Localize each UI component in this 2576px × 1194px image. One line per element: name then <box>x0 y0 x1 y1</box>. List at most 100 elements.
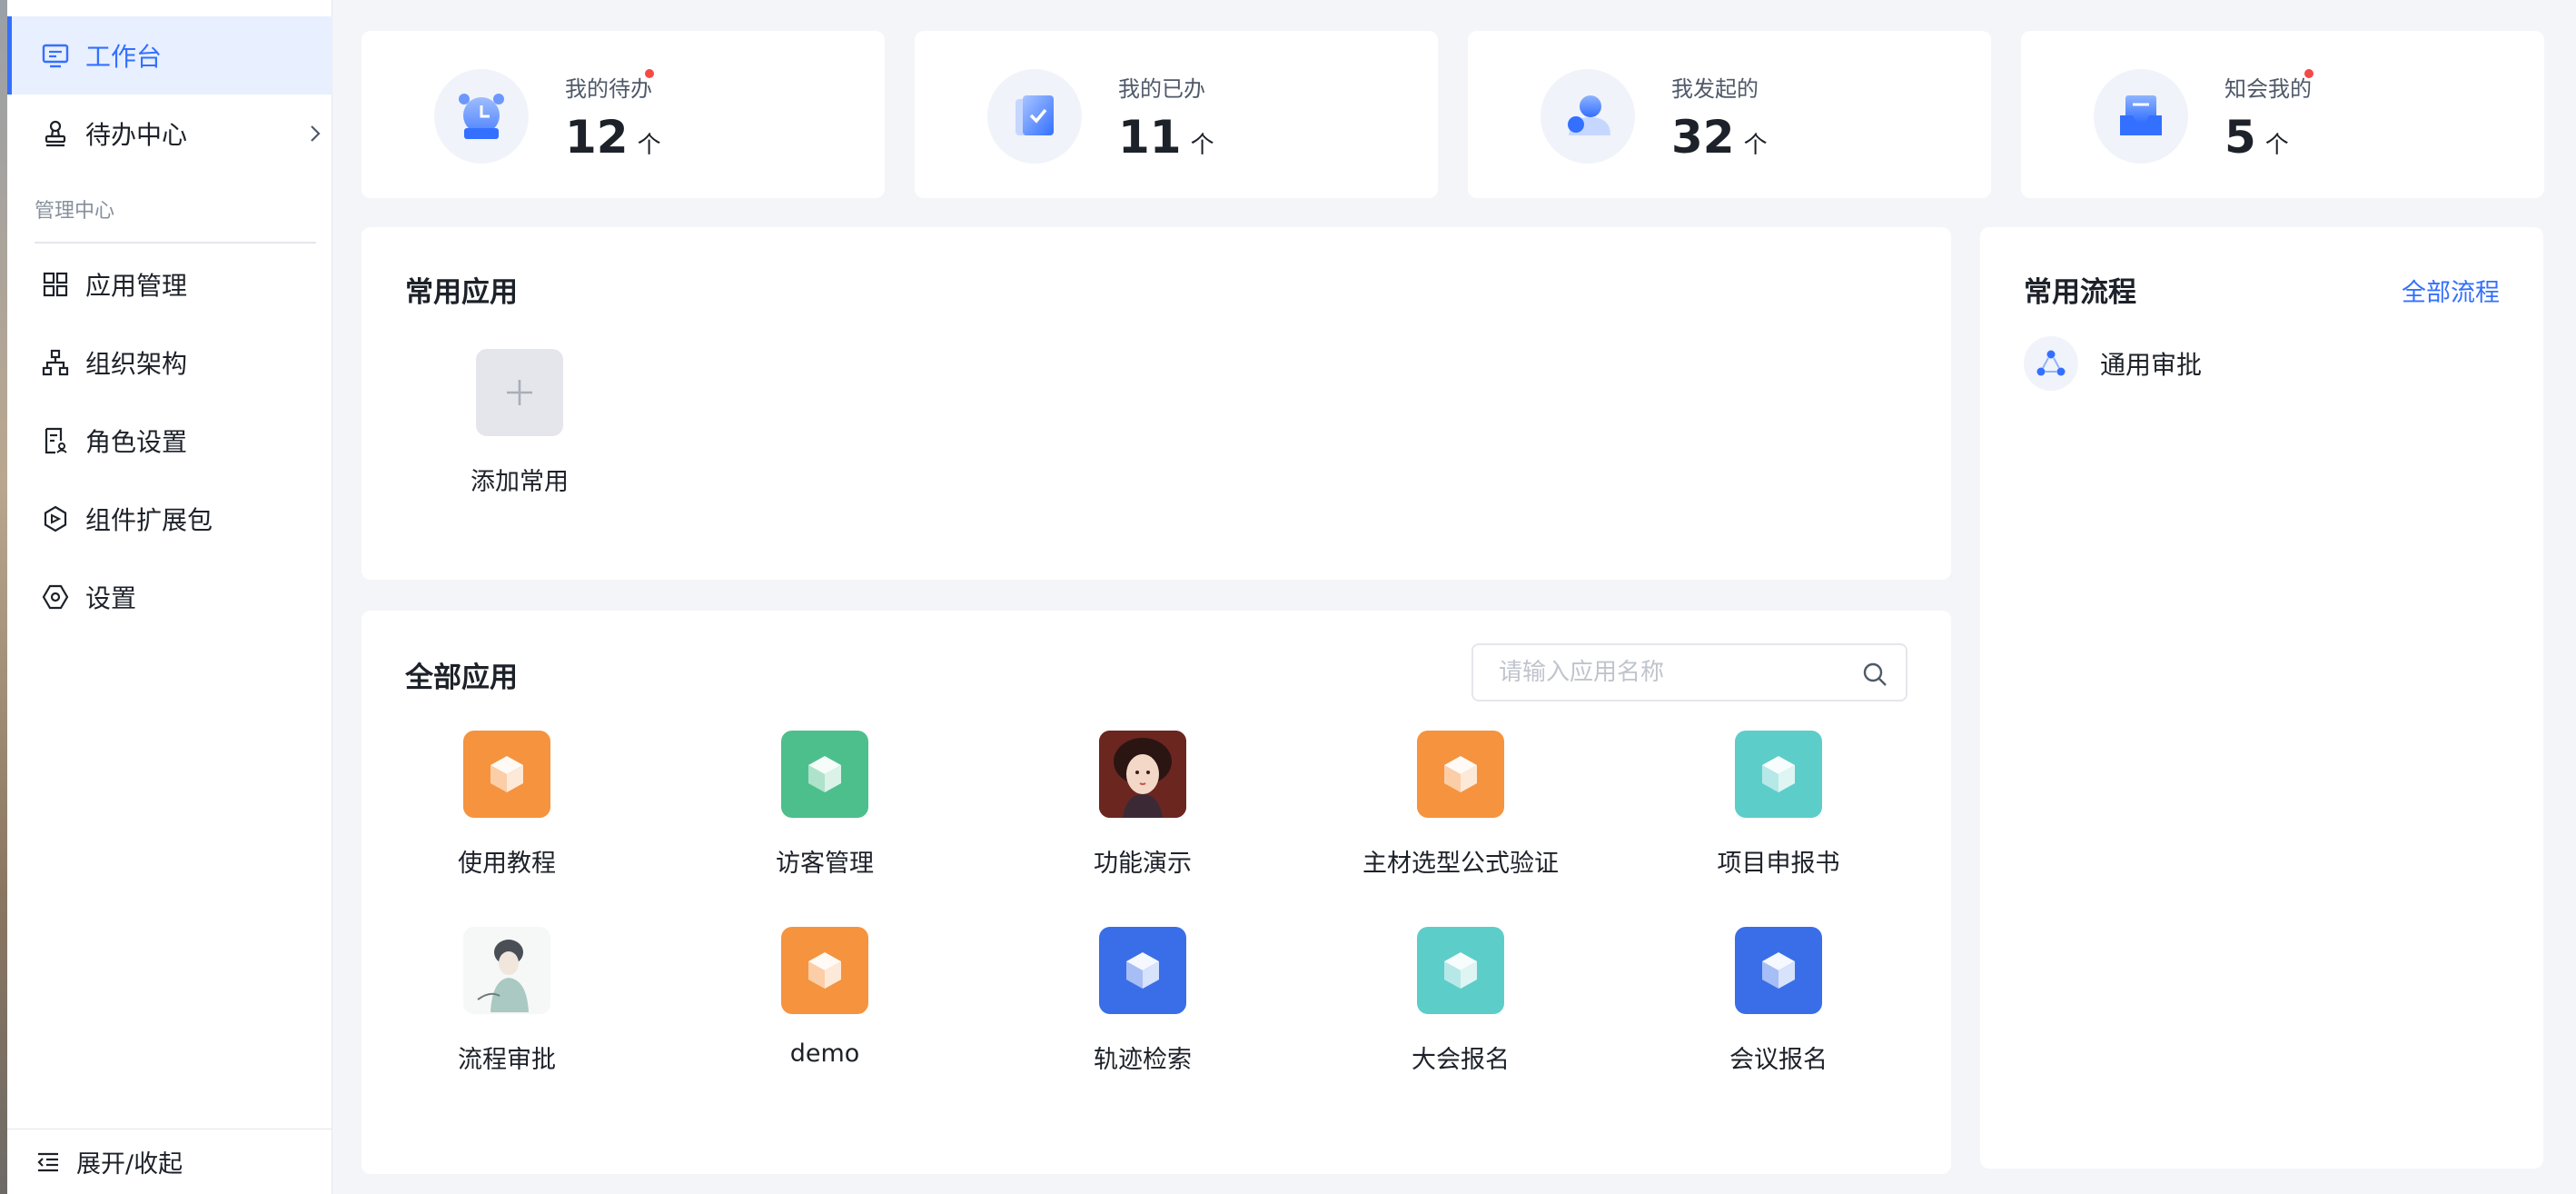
app-cube-icon <box>781 731 868 818</box>
all-apps-panel: 全部应用 使用教程 访客管理 功能演示 主材选型公式验证 项目申报书流程审批 demo 轨迹… <box>362 611 1951 1174</box>
org-chart-icon <box>40 347 71 378</box>
stat-unit: 个 <box>637 132 661 159</box>
sidebar-item-org-structure[interactable]: 组织架构 <box>7 323 332 402</box>
sidebar-item-label: 角色设置 <box>85 427 188 457</box>
app-item[interactable]: 访客管理 <box>679 731 970 912</box>
stamp-icon <box>40 118 71 149</box>
app-label: 轨迹检索 <box>1094 1046 1192 1074</box>
app-item[interactable]: 功能演示 <box>997 731 1288 912</box>
app-label: 流程审批 <box>458 1046 556 1074</box>
app-search[interactable] <box>1471 643 1907 701</box>
search-icon[interactable] <box>1860 660 1889 689</box>
stat-value: 12 个 <box>565 111 661 164</box>
app-cube-icon <box>1735 927 1822 1014</box>
app-label: 功能演示 <box>1094 850 1192 878</box>
sidebar-item-role-settings[interactable]: 角色设置 <box>7 402 332 480</box>
app-cube-icon <box>1417 731 1504 818</box>
stat-number: 32 <box>1671 111 1735 164</box>
plus-icon <box>507 380 532 405</box>
indent-icon <box>33 1147 64 1178</box>
sidebar-item-label: 组件扩展包 <box>85 505 213 535</box>
role-doc-icon <box>40 425 71 456</box>
app-cube-icon <box>1417 927 1504 1014</box>
sidebar-item-settings[interactable]: 设置 <box>7 558 332 636</box>
app-item[interactable]: demo <box>679 927 970 1109</box>
app-label: 主材选型公式验证 <box>1362 850 1559 878</box>
common-apps-title: 常用应用 <box>405 276 518 309</box>
app-label: 访客管理 <box>776 850 874 878</box>
stat-unit: 个 <box>1743 132 1768 159</box>
collapse-toggle[interactable]: 展开/收起 <box>7 1129 332 1194</box>
chevron-right-icon[interactable] <box>302 120 329 147</box>
sidebar: 工作台 待办中心 管理中心 应用管理 组织架构 角色设置 组件扩展包 设置 展开… <box>7 0 332 1194</box>
app-item[interactable]: 会议报名 <box>1633 927 1924 1109</box>
clipboard-check-icon <box>987 69 1082 164</box>
stat-value: 5 个 <box>2224 111 2289 164</box>
all-apps-title: 全部应用 <box>405 662 518 694</box>
sidebar-item-component-pack[interactable]: 组件扩展包 <box>7 480 332 558</box>
add-common-button[interactable] <box>476 349 563 436</box>
workflow-icon <box>2024 336 2078 391</box>
app-label: demo <box>789 1040 860 1068</box>
grid-icon <box>40 269 71 300</box>
plugin-icon <box>40 503 71 534</box>
divider <box>35 242 316 244</box>
user-icon <box>1541 69 1635 164</box>
common-flows-panel: 常用流程 全部流程 通用审批 <box>1980 227 2543 1169</box>
flow-item[interactable]: 通用审批 <box>2024 336 2202 391</box>
app-item[interactable]: 大会报名 <box>1315 927 1606 1109</box>
stat-card-my-done[interactable]: 我的已办 11 个 <box>915 31 1438 198</box>
app-item[interactable]: 轨迹检索 <box>997 927 1288 1109</box>
stat-number: 12 <box>565 111 629 164</box>
monitor-icon <box>40 40 71 71</box>
settings-icon <box>40 582 71 612</box>
app-cube-icon <box>781 927 868 1014</box>
app-label: 项目申报书 <box>1717 850 1840 878</box>
stat-card-notify-me[interactable]: 知会我的 5 个 <box>2021 31 2544 198</box>
stat-label: 知会我的 <box>2224 76 2312 102</box>
app-item[interactable]: 流程审批 <box>362 927 652 1109</box>
stat-card-initiated[interactable]: 我发起的 32 个 <box>1468 31 1991 198</box>
sidebar-item-label: 应用管理 <box>85 271 188 301</box>
notification-dot <box>2304 69 2313 78</box>
app-item[interactable]: 使用教程 <box>362 731 652 912</box>
stat-value: 11 个 <box>1118 111 1214 164</box>
stat-card-my-todo[interactable]: 我的待办 12 个 <box>362 31 885 198</box>
stat-label: 我的已办 <box>1118 76 1205 102</box>
sidebar-item-label: 组织架构 <box>85 349 188 379</box>
section-label-management: 管理中心 <box>35 200 115 223</box>
app-search-input[interactable] <box>1499 659 1844 686</box>
flow-item-label: 通用审批 <box>2100 350 2203 380</box>
all-flows-link[interactable]: 全部流程 <box>2402 273 2500 308</box>
window-edge <box>0 0 7 1194</box>
app-portrait-image <box>1099 731 1186 818</box>
sidebar-item-label: 工作台 <box>85 42 163 72</box>
stat-unit: 个 <box>2264 132 2289 159</box>
stat-label: 我发起的 <box>1671 76 1759 102</box>
stat-value: 32 个 <box>1671 111 1768 164</box>
stat-number: 11 <box>1118 111 1182 164</box>
app-item[interactable]: 项目申报书 <box>1633 731 1924 912</box>
app-label: 大会报名 <box>1412 1046 1510 1074</box>
stat-unit: 个 <box>1190 132 1214 159</box>
sidebar-item-workbench[interactable]: 工作台 <box>7 16 332 95</box>
stat-number: 5 <box>2224 111 2256 164</box>
inbox-icon <box>2094 69 2188 164</box>
app-cube-icon <box>1735 731 1822 818</box>
sidebar-item-label: 待办中心 <box>85 120 188 150</box>
stat-label: 我的待办 <box>565 76 652 102</box>
app-item[interactable]: 主材选型公式验证 <box>1315 731 1606 912</box>
alarm-clock-icon <box>434 69 529 164</box>
app-sketch-image <box>463 927 550 1014</box>
sidebar-item-label: 设置 <box>85 583 137 613</box>
app-label: 会议报名 <box>1729 1046 1828 1074</box>
common-apps-panel: 常用应用 添加常用 <box>362 227 1951 580</box>
app-cube-icon <box>1099 927 1186 1014</box>
add-common-label: 添加常用 <box>471 468 569 496</box>
sidebar-item-todo-center[interactable]: 待办中心 <box>7 95 332 173</box>
app-label: 使用教程 <box>458 850 556 878</box>
sidebar-item-app-management[interactable]: 应用管理 <box>7 245 332 323</box>
app-cube-icon <box>463 731 550 818</box>
notification-dot <box>645 69 654 78</box>
common-flows-title: 常用流程 <box>2024 276 2136 309</box>
